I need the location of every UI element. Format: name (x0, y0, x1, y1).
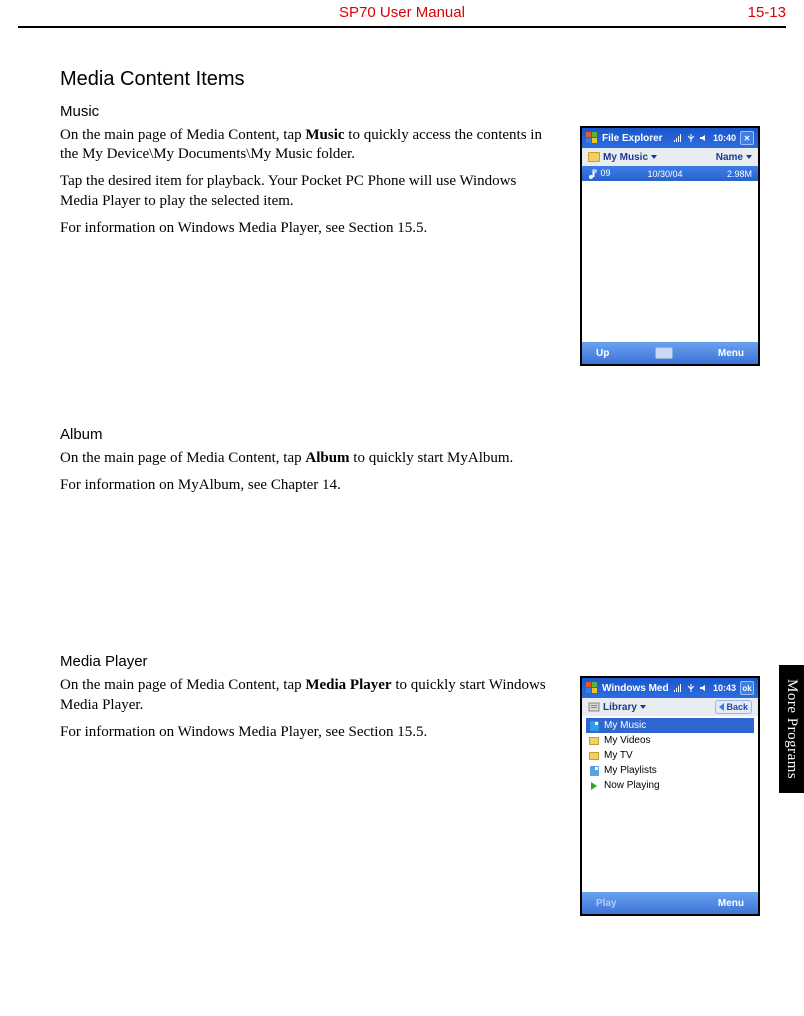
folder-label: My Music (603, 152, 648, 163)
mediaplayer-heading: Media Player (60, 653, 700, 670)
lib-label: My Music (604, 720, 646, 731)
antenna-icon (686, 683, 696, 693)
sort-dropdown[interactable]: Name (716, 152, 752, 163)
windows-flag-icon (586, 682, 598, 694)
album-p1c: to quickly start MyAlbum. (350, 450, 514, 466)
chevron-down-icon (640, 705, 646, 709)
mp-p2: For information on Windows Media Player,… (60, 723, 550, 742)
chevron-down-icon (651, 155, 657, 159)
fe-title: File Explorer (602, 133, 669, 144)
music-p1a: On the main page of Media Content, tap (60, 127, 305, 143)
lib-label: Now Playing (604, 780, 660, 791)
album-heading: Album (60, 426, 700, 443)
music-file-icon (588, 169, 598, 179)
section-title: Media Content Items (60, 68, 700, 91)
softkey-play[interactable]: Play (596, 898, 617, 909)
speaker-icon (699, 133, 709, 143)
file-size: 2.98M (712, 169, 752, 179)
file-date: 10/30/04 (618, 169, 712, 179)
lib-label: My TV (604, 750, 633, 761)
library-label: Library (603, 702, 637, 713)
playlist-icon (588, 765, 600, 777)
library-icon (588, 701, 600, 713)
wm-subbar: Library Back (582, 698, 758, 716)
folder-icon (588, 152, 600, 162)
folder-dropdown[interactable]: My Music (588, 152, 657, 163)
antenna-icon (686, 133, 696, 143)
keyboard-icon[interactable] (655, 347, 673, 359)
library-item-my-playlists[interactable]: My Playlists (586, 763, 754, 778)
file-name: 09 (588, 168, 618, 179)
screenshot-file-explorer: File Explorer 10:40 ✕ My Music Name (580, 126, 760, 366)
fe-titlebar: File Explorer 10:40 ✕ (582, 128, 758, 148)
lib-label: My Playlists (604, 765, 657, 776)
softkey-up[interactable]: Up (596, 348, 609, 359)
album-p1b: Album (305, 450, 349, 466)
wm-softbar: Play Menu (582, 892, 758, 914)
folder-icon (588, 750, 600, 762)
close-button[interactable]: ✕ (740, 131, 754, 145)
doc-header-title: SP70 User Manual (18, 4, 786, 21)
album-p1a: On the main page of Media Content, tap (60, 450, 305, 466)
back-label: Back (726, 702, 748, 712)
side-tab-more-programs: More Programs (779, 665, 804, 793)
library-item-my-music[interactable]: My Music (586, 718, 754, 733)
music-icon (588, 720, 600, 732)
library-dropdown[interactable]: Library (588, 701, 646, 713)
status-icons (673, 133, 709, 143)
ok-button[interactable]: ok (740, 681, 754, 695)
library-item-my-videos[interactable]: My Videos (586, 733, 754, 748)
play-icon (588, 780, 600, 792)
wm-title: Windows Medi (602, 683, 669, 694)
chevron-down-icon (746, 155, 752, 159)
album-p2: For information on MyAlbum, see Chapter … (60, 476, 550, 495)
music-heading: Music (60, 103, 700, 120)
wm-body: My Music My Videos My TV My Playlists No… (582, 716, 758, 892)
folder-icon (588, 735, 600, 747)
back-arrow-icon (719, 703, 724, 711)
mp-p1a: On the main page of Media Content, tap (60, 677, 305, 693)
music-p1b: Music (305, 127, 344, 143)
fe-softbar: Up Menu (582, 342, 758, 364)
fe-subbar: My Music Name (582, 148, 758, 166)
mediaplayer-text: On the main page of Media Content, tap M… (60, 676, 550, 750)
windows-flag-icon (586, 132, 598, 144)
signal-icon (673, 133, 683, 143)
mp-p1b: Media Player (305, 677, 391, 693)
library-item-my-tv[interactable]: My TV (586, 748, 754, 763)
status-icons (673, 683, 709, 693)
signal-icon (673, 683, 683, 693)
screenshot-windows-media: Windows Medi 10:43 ok Library Back (580, 676, 760, 916)
doc-header-page: 15-13 (748, 4, 786, 21)
library-item-now-playing[interactable]: Now Playing (586, 778, 754, 793)
file-row[interactable]: 09 10/30/04 2.98M (582, 166, 758, 181)
fe-body (582, 181, 758, 342)
back-button[interactable]: Back (715, 700, 752, 714)
lib-label: My Videos (604, 735, 651, 746)
wm-clock: 10:43 (713, 683, 736, 693)
music-p3: For information on Windows Media Player,… (60, 219, 550, 238)
softkey-menu[interactable]: Menu (718, 898, 744, 909)
sort-label: Name (716, 152, 743, 163)
speaker-icon (699, 683, 709, 693)
album-text: On the main page of Media Content, tap A… (60, 449, 550, 503)
music-p2: Tap the desired item for playback. Your … (60, 172, 550, 210)
file-name-text: 09 (601, 168, 611, 178)
wm-titlebar: Windows Medi 10:43 ok (582, 678, 758, 698)
fe-clock: 10:40 (713, 133, 736, 143)
music-text: On the main page of Media Content, tap M… (60, 126, 550, 246)
softkey-menu[interactable]: Menu (718, 348, 744, 359)
